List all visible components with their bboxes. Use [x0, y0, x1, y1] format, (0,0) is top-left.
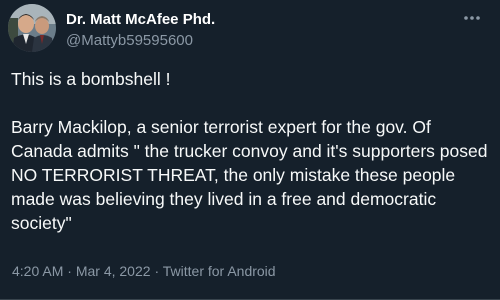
tweet-time[interactable]: 4:20 AM	[12, 263, 63, 279]
more-options-button[interactable]	[458, 8, 486, 28]
more-horizontal-icon	[464, 16, 480, 20]
previous-content-fragment	[62, 0, 122, 2]
tweet-card: Dr. Matt McAfee Phd. @Mattyb59595600 Thi…	[0, 0, 500, 300]
tweet-metadata: 4:20 AM · Mar 4, 2022 · Twitter for Andr…	[12, 262, 276, 280]
tweet-source[interactable]: Twitter for Android	[163, 263, 276, 279]
author-handle[interactable]: @Mattyb59595600	[66, 31, 460, 50]
tweet-text: This is a bombshell ! Barry Mackilop, a …	[11, 69, 488, 233]
meta-separator: ·	[67, 263, 72, 279]
tweet-header: Dr. Matt McAfee Phd. @Mattyb59595600	[66, 11, 460, 50]
author-display-name[interactable]: Dr. Matt McAfee Phd.	[66, 11, 460, 29]
avatar-photo	[8, 4, 56, 52]
tweet-date[interactable]: Mar 4, 2022	[76, 263, 151, 279]
meta-separator: ·	[154, 263, 160, 279]
avatar[interactable]	[8, 4, 56, 52]
